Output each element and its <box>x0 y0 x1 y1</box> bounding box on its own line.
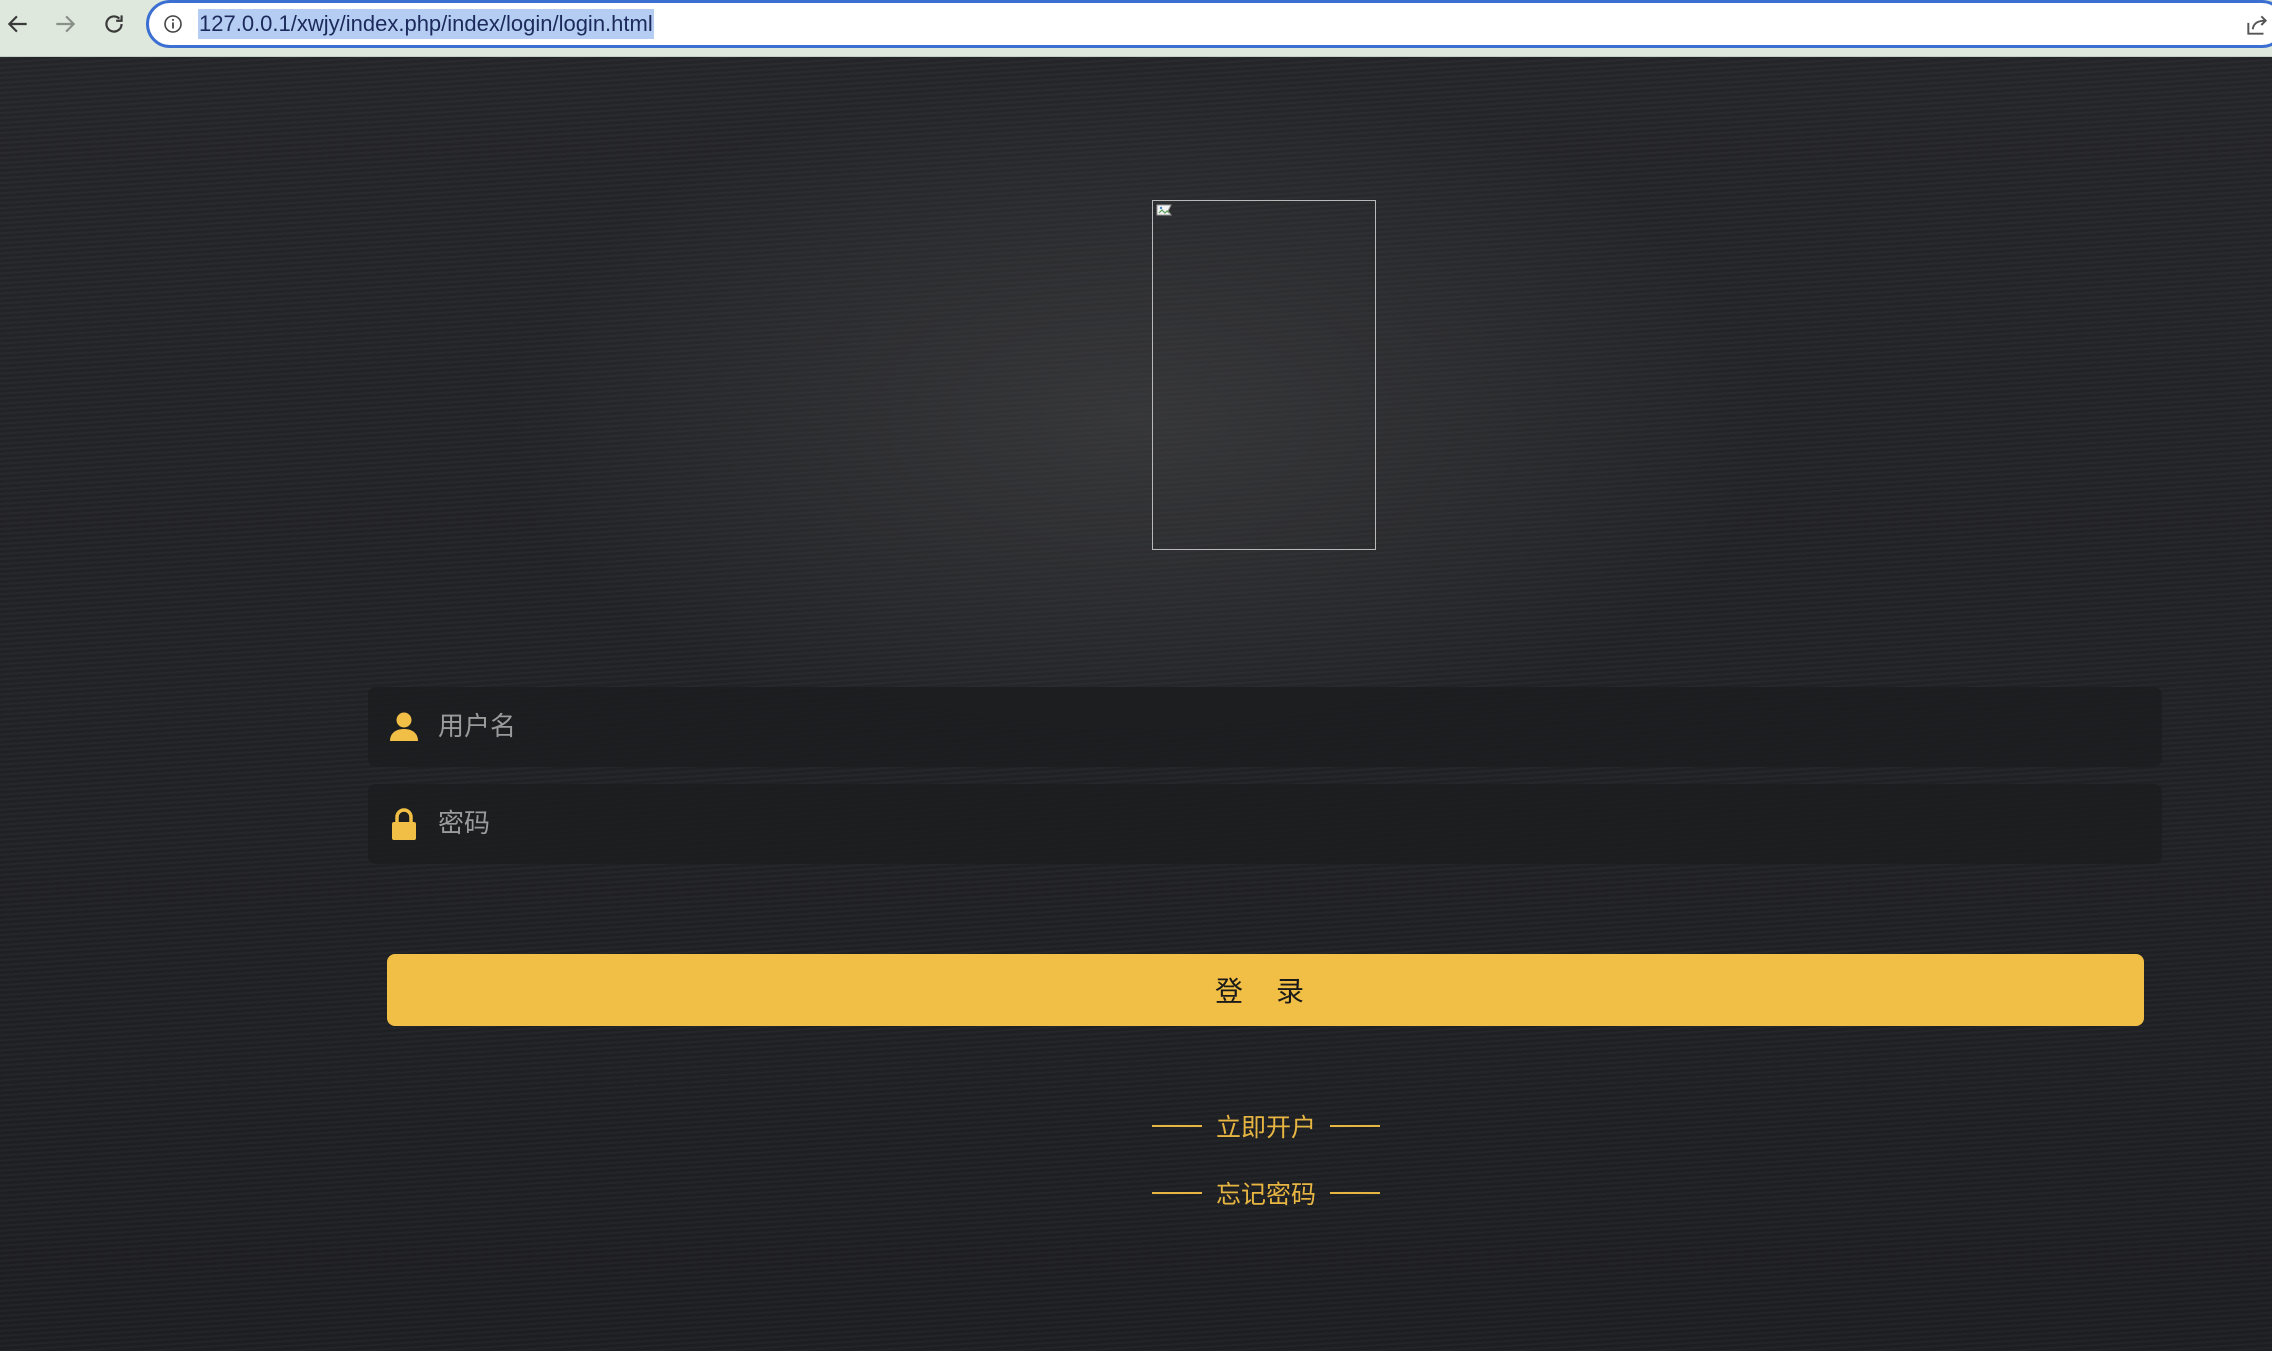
register-link[interactable]: 立即开户 <box>1216 1108 1316 1144</box>
browser-toolbar: 127.0.0.1/xwjy/index.php/index/login/log… <box>0 0 2272 57</box>
info-icon[interactable] <box>163 14 183 34</box>
username-input[interactable] <box>438 687 2138 767</box>
arrow-left-icon <box>7 15 27 33</box>
address-bar[interactable]: 127.0.0.1/xwjy/index.php/index/login/log… <box>146 0 2272 48</box>
register-link-row: 立即开户 <box>1136 1106 1396 1146</box>
reload-button[interactable] <box>96 6 132 42</box>
user-icon <box>390 712 418 741</box>
share-icon[interactable] <box>2244 12 2270 38</box>
password-field[interactable] <box>368 784 2162 864</box>
password-input[interactable] <box>438 784 2138 864</box>
divider-line <box>1330 1192 1380 1194</box>
logo-image <box>1152 200 1376 550</box>
username-field[interactable] <box>368 687 2162 767</box>
arrow-right-icon <box>56 15 76 33</box>
url-text[interactable]: 127.0.0.1/xwjy/index.php/index/login/log… <box>198 9 654 39</box>
login-button[interactable]: 登 录 <box>387 954 2144 1026</box>
divider-line <box>1151 1125 1202 1127</box>
divider-line <box>1151 1192 1202 1194</box>
forgot-password-link[interactable]: 忘记密码 <box>1216 1175 1316 1211</box>
forward-button[interactable] <box>47 6 83 42</box>
reload-icon <box>105 15 123 33</box>
forgot-password-link-row: 忘记密码 <box>1136 1173 1396 1213</box>
broken-image-icon <box>1156 204 1172 216</box>
divider-line <box>1330 1125 1380 1127</box>
login-page: 登 录 立即开户 忘记密码 <box>0 57 2272 1351</box>
back-button[interactable] <box>0 6 36 42</box>
lock-icon <box>392 808 416 840</box>
